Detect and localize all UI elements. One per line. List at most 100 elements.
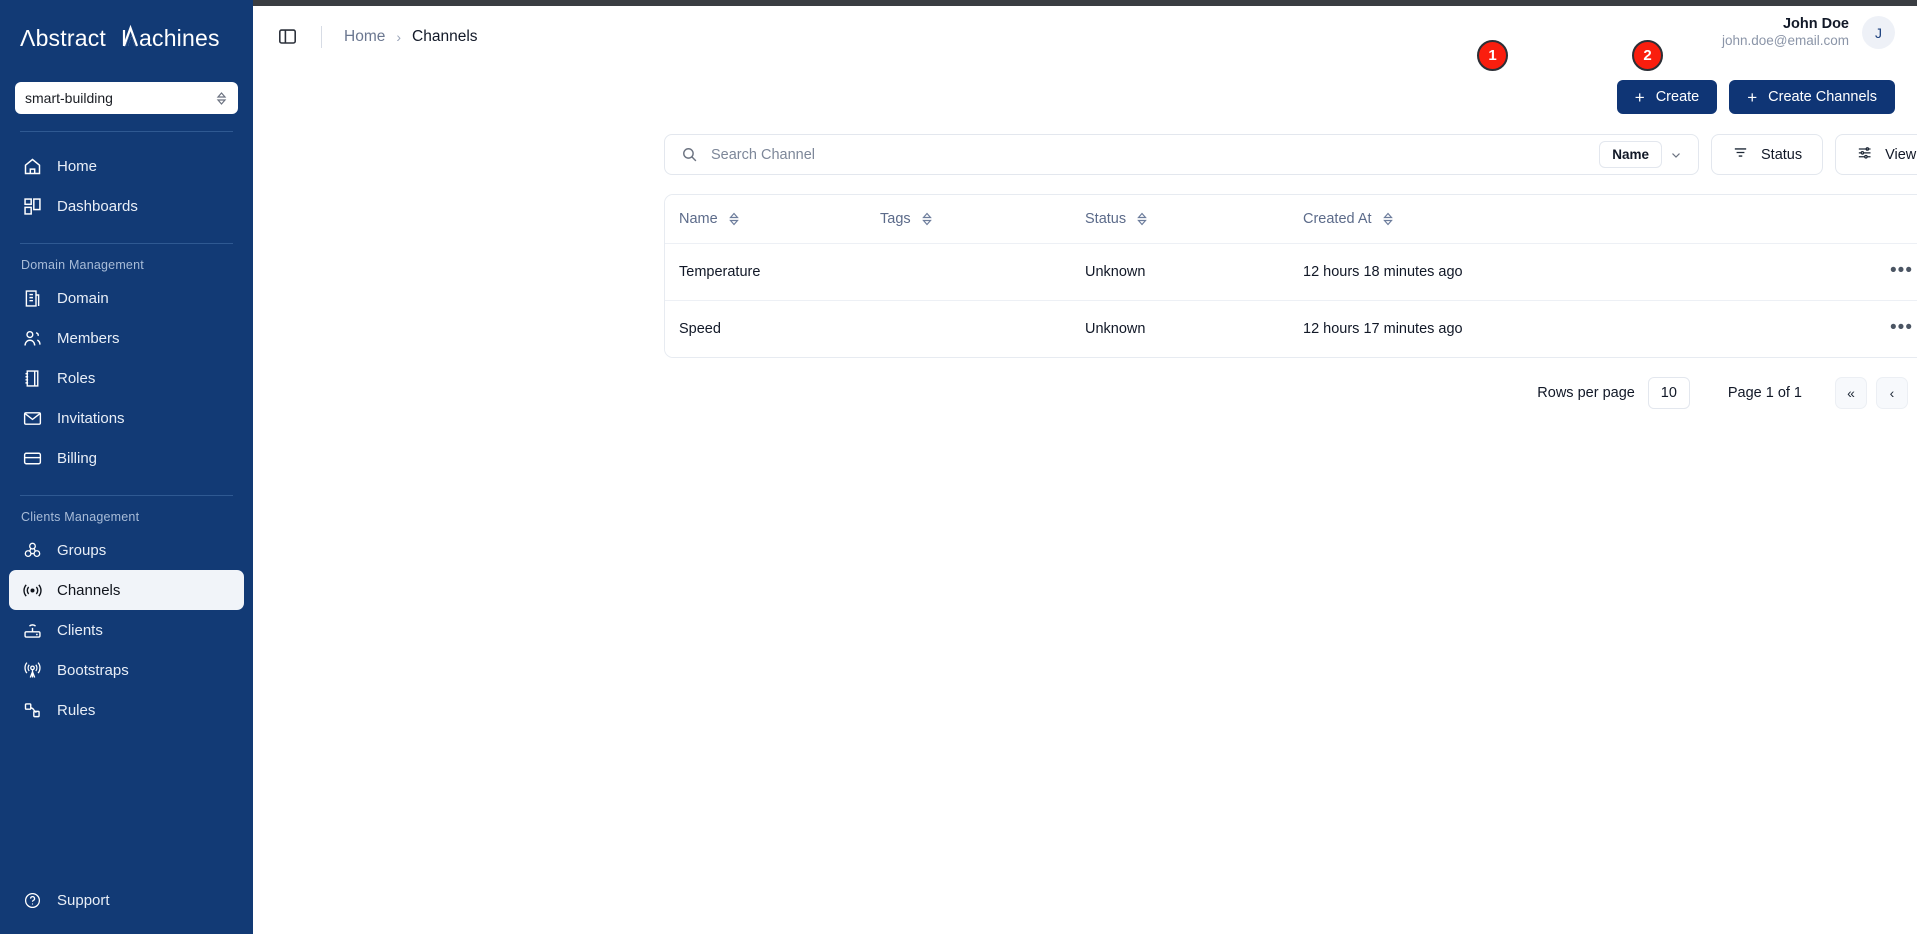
sidebar-item-label: Clients — [57, 621, 103, 639]
user-menu[interactable]: John Doe john.doe@email.com J — [1722, 16, 1895, 49]
sidebar-item-label: Members — [57, 329, 120, 347]
antenna-icon — [21, 659, 43, 681]
sidebar-item-rules[interactable]: Rules — [9, 690, 244, 730]
annotation-badge-1: 1 — [1477, 40, 1508, 71]
table-body: Temperature Unknown 12 hours 18 minutes … — [665, 243, 1917, 357]
search-field-pill-label: Name — [1612, 147, 1649, 162]
dashboards-grid-icon — [21, 195, 43, 217]
breadcrumb-separator: › — [396, 29, 402, 45]
sidebar-item-members[interactable]: Members — [9, 318, 244, 358]
sidebar-item-bootstraps[interactable]: Bootstraps — [9, 650, 244, 690]
table-header-row: Name Tags Status Created At — [665, 195, 1917, 244]
sort-icon — [1382, 212, 1393, 226]
cell-created-at: 12 hours 18 minutes ago — [1303, 243, 1668, 301]
pagination-nav: « ‹ › » — [1835, 377, 1917, 409]
sidebar-top-group: Home Dashboards — [0, 146, 253, 226]
abstract-machines-wordmark-icon: Λbstract ∧⋯ ∧⋯ achines — [20, 24, 219, 51]
brand-logo[interactable]: Λbstract ∧⋯ ∧⋯ achines — [0, 0, 253, 78]
sidebar-item-dashboards[interactable]: Dashboards — [9, 186, 244, 226]
sort-icon — [921, 212, 932, 226]
user-email: john.doe@email.com — [1721, 33, 1849, 48]
plus-icon: + — [1747, 87, 1758, 107]
sidebar-item-clients[interactable]: Clients — [9, 610, 244, 650]
domain-selector[interactable]: smart-building — [15, 82, 238, 114]
filter-icon — [1732, 144, 1749, 165]
rows-per-page-select[interactable]: 10 — [1647, 377, 1690, 409]
panel-toggle-icon[interactable] — [277, 26, 299, 48]
sidebar-divider-2 — [20, 243, 233, 244]
credit-card-icon — [21, 447, 43, 469]
sidebar-item-roles[interactable]: Roles — [9, 358, 244, 398]
column-header-label: Status — [1085, 211, 1127, 227]
sidebar-item-invitations[interactable]: Invitations — [9, 398, 244, 438]
app-root: Λbstract ∧⋯ ∧⋯ achines smart-building Ho… — [0, 0, 1917, 934]
sidebar-item-groups[interactable]: Groups — [9, 530, 244, 570]
column-header-actions — [1668, 195, 1917, 244]
view-button[interactable]: View — [1835, 134, 1917, 175]
status-filter-button[interactable]: Status — [1711, 134, 1824, 175]
sidebar-item-support[interactable]: Support — [9, 880, 244, 920]
cell-status: Unknown — [1085, 243, 1303, 301]
column-header-created-at[interactable]: Created At — [1303, 195, 1668, 244]
chevron-down-icon — [1672, 152, 1680, 158]
nodes-icon — [21, 699, 43, 721]
previous-page-button[interactable]: ‹ — [1876, 377, 1908, 409]
toolbar: Name Status — [664, 134, 1917, 175]
sidebar-divider-1 — [20, 131, 233, 132]
column-header-tags[interactable]: Tags — [880, 195, 1085, 244]
home-icon — [21, 155, 43, 177]
rows-per-page-label: Rows per page — [1537, 385, 1635, 401]
cell-tags — [880, 300, 1085, 357]
sidebar-item-label: Bootstraps — [57, 661, 129, 679]
sidebar-section-clients-management: Clients Management — [21, 510, 140, 524]
cell-actions: ••• — [1668, 243, 1917, 301]
avatar[interactable]: J — [1862, 16, 1895, 49]
pagination: Rows per page 10 Page 1 of 1 « ‹ › » — [664, 377, 1917, 409]
plus-icon: + — [1634, 87, 1645, 107]
search-field-pill[interactable]: Name — [1599, 141, 1662, 168]
sidebar-item-label: Home — [57, 157, 98, 175]
cell-actions: ••• — [1668, 300, 1917, 357]
top-bar: Home › Channels John Doe john.doe@email.… — [253, 6, 1917, 68]
sidebar-item-billing[interactable]: Billing — [9, 438, 244, 478]
search-field-dropdown[interactable] — [1662, 148, 1690, 162]
table-head: Name Tags Status Created At — [665, 195, 1917, 244]
users-icon — [21, 327, 43, 349]
cell-status: Unknown — [1085, 300, 1303, 357]
sort-icon — [728, 212, 739, 226]
table-row[interactable]: Speed Unknown 12 hours 17 minutes ago ••… — [665, 300, 1917, 357]
search-container: Name — [664, 134, 1699, 175]
sidebar-group-domain-management: Domain Members Roles Invitations Billing — [0, 278, 253, 478]
first-page-button[interactable]: « — [1835, 377, 1867, 409]
sidebar-item-label: Support — [57, 891, 110, 909]
column-header-name[interactable]: Name — [665, 195, 880, 244]
sidebar-support-group: Support — [0, 880, 253, 920]
sidebar-group-clients-management: Groups Channels Clients Bootstraps Rules — [0, 530, 253, 730]
sidebar-item-home[interactable]: Home — [9, 146, 244, 186]
question-circle-icon — [21, 889, 43, 911]
chevron-updown-icon — [216, 91, 227, 105]
column-header-status[interactable]: Status — [1085, 195, 1303, 244]
sidebar-item-domain[interactable]: Domain — [9, 278, 244, 318]
cell-created-at: 12 hours 17 minutes ago — [1303, 300, 1668, 357]
breadcrumb-current: Channels — [412, 28, 478, 45]
breadcrumb-home[interactable]: Home — [344, 28, 385, 46]
book-icon — [21, 367, 43, 389]
create-channels-button[interactable]: + Create Channels — [1729, 80, 1895, 114]
building-icon — [21, 287, 43, 309]
table-row[interactable]: Temperature Unknown 12 hours 18 minutes … — [665, 243, 1917, 301]
header-divider — [321, 26, 322, 48]
sidebar-section-domain-management: Domain Management — [21, 258, 144, 272]
create-button[interactable]: + Create — [1616, 80, 1718, 114]
view-button-label: View — [1885, 146, 1917, 163]
row-menu-icon[interactable]: ••• — [1890, 317, 1913, 338]
sidebar-divider-3 — [20, 495, 233, 496]
sidebar-item-channels[interactable]: Channels — [9, 570, 244, 610]
sidebar: Λbstract ∧⋯ ∧⋯ achines smart-building Ho… — [0, 0, 253, 934]
sort-icon — [1137, 212, 1147, 226]
table: Name Tags Status Created At Temperature … — [665, 195, 1917, 357]
row-menu-icon[interactable]: ••• — [1890, 260, 1913, 281]
sidebar-item-label: Groups — [57, 541, 107, 559]
column-header-label: Created At — [1303, 211, 1372, 227]
search-input[interactable] — [711, 146, 1600, 163]
